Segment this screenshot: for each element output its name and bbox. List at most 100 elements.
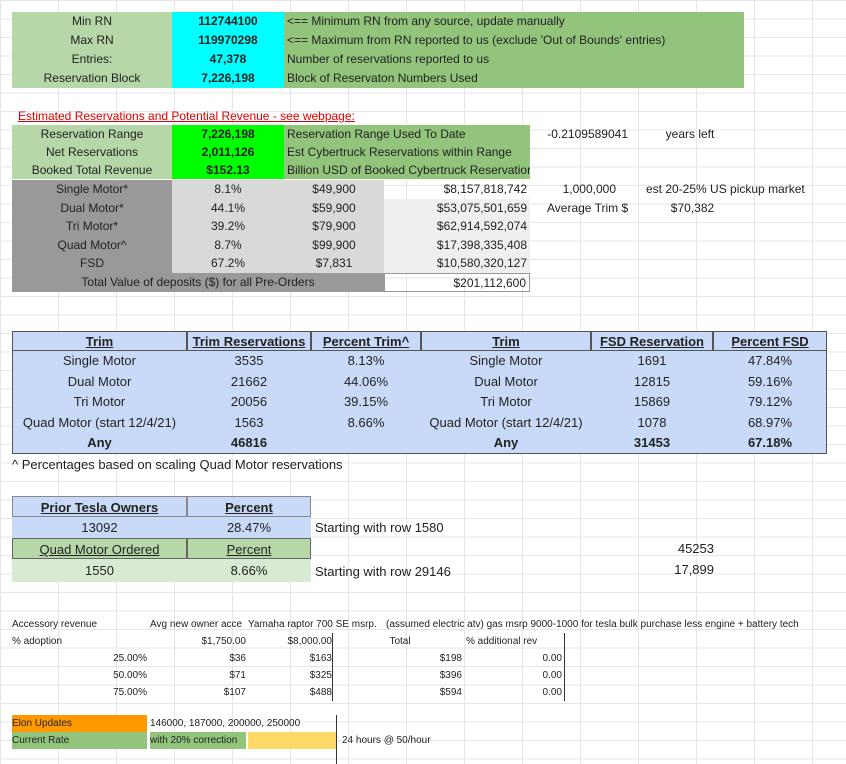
adoption-label[interactable]: % adoption <box>12 633 147 650</box>
table-cell[interactable]: Tri Motor <box>421 392 591 413</box>
summary-note[interactable]: Number of reservations reported to us <box>284 50 744 69</box>
table-cell[interactable]: Tri Motor <box>12 392 187 413</box>
owners-side-value[interactable]: 45253 <box>620 538 714 559</box>
table-cell[interactable]: 1563 <box>187 413 311 434</box>
estimate-value[interactable]: 2,011,126 <box>172 143 284 161</box>
trim-name[interactable]: FSD <box>12 254 172 273</box>
adoption-pct[interactable]: 25.00% <box>60 650 147 667</box>
col-a-cell[interactable]: $107 <box>150 684 246 701</box>
table-cell[interactable]: 31453 <box>591 433 713 454</box>
quad-value[interactable]: 1550 <box>12 559 187 582</box>
table-cell[interactable]: Quad Motor (start 12/4/21) <box>421 413 591 434</box>
trim-name[interactable]: Tri Motor* <box>12 217 172 236</box>
summary-value[interactable]: 47,378 <box>172 50 284 69</box>
table-cell[interactable]: 21662 <box>187 372 311 393</box>
accessory-label[interactable]: Accessory revenue <box>12 616 147 633</box>
trim-price[interactable]: $79,900 <box>284 217 384 236</box>
col-b-value[interactable]: $8,000.00 <box>248 633 333 650</box>
summary-note[interactable]: Block of Reservaton Numbers Used <box>284 69 744 88</box>
quad-header[interactable]: Percent <box>187 538 311 559</box>
table-header[interactable]: Trim <box>12 331 187 351</box>
summary-label[interactable]: Reservation Block <box>12 69 172 88</box>
years-left-label[interactable]: years left <box>640 125 740 143</box>
summary-label[interactable]: Entries: <box>12 50 172 69</box>
elon-updates-label[interactable]: Elon Updates <box>12 715 147 732</box>
years-left-value[interactable]: -0.2109589041 <box>530 125 628 143</box>
trim-name[interactable]: Dual Motor* <box>12 198 172 217</box>
avg-trim-value[interactable]: $70,382 <box>650 199 735 217</box>
table-header[interactable]: Percent FSD <box>713 331 827 351</box>
summary-value[interactable]: 112744100 <box>172 12 284 31</box>
deposits-label[interactable]: Total Value of deposits ($) for all Pre-… <box>12 272 384 292</box>
accessory-col-b-header[interactable]: Yamaha raptor 700 SE msrp. <box>248 616 386 633</box>
trim-revenue[interactable]: $53,075,501,659 <box>384 198 530 217</box>
owners-value[interactable]: 13092 <box>12 517 187 538</box>
trim-pct[interactable]: 67.2% <box>172 254 284 273</box>
trim-pct[interactable]: 8.7% <box>172 235 284 254</box>
trim-price[interactable]: $59,900 <box>284 198 384 217</box>
owners-header[interactable]: Prior Tesla Owners <box>12 496 187 517</box>
col-a-value[interactable]: $1,750.00 <box>150 633 247 650</box>
summary-note[interactable]: <== Minimum RN from any source, update m… <box>284 12 744 31</box>
trim-pct[interactable]: 44.1% <box>172 198 284 217</box>
trim-pct[interactable]: 39.2% <box>172 217 284 236</box>
table-cell[interactable]: 8.66% <box>311 413 421 434</box>
owners-header[interactable]: Percent <box>187 496 311 517</box>
table-cell[interactable]: Single Motor <box>421 351 591 372</box>
addl-cell[interactable]: 0.00 <box>490 684 562 701</box>
table-footnote[interactable]: ^ Percentages based on scaling Quad Moto… <box>12 455 412 475</box>
market-count[interactable]: 1,000,000 <box>530 180 616 198</box>
trim-name[interactable]: Quad Motor^ <box>12 235 172 254</box>
addl-cell[interactable]: 0.00 <box>490 667 562 684</box>
owners-value[interactable]: 28.47% <box>187 517 311 538</box>
summary-label[interactable]: Max RN <box>12 31 172 50</box>
trim-price[interactable]: $49,900 <box>284 180 384 199</box>
table-cell[interactable]: 12815 <box>591 372 713 393</box>
estimate-label[interactable]: Reservation Range <box>12 125 172 143</box>
trim-price[interactable]: $7,831 <box>284 254 384 273</box>
table-cell[interactable]: 47.84% <box>713 351 827 372</box>
summary-value[interactable]: 119970298 <box>172 31 284 50</box>
col-b-cell[interactable]: $325 <box>248 667 332 684</box>
table-cell[interactable]: Quad Motor (start 12/4/21) <box>12 413 187 434</box>
current-rate-label[interactable]: Current Rate <box>12 732 147 749</box>
table-cell[interactable]: 39.15% <box>311 392 421 413</box>
accessory-col-a-header[interactable]: Avg new owner acce <box>150 616 248 633</box>
summary-note[interactable]: <== Maximum from RN reported to us (excl… <box>284 31 744 50</box>
estimate-label[interactable]: Net Reservations <box>12 143 172 161</box>
table-cell[interactable]: 46816 <box>187 433 311 454</box>
table-cell[interactable]: 20056 <box>187 392 311 413</box>
trim-name[interactable]: Single Motor* <box>12 180 172 199</box>
col-a-cell[interactable]: $71 <box>150 667 246 684</box>
col-b-cell[interactable]: $163 <box>248 650 332 667</box>
total-cell[interactable]: $396 <box>390 667 462 684</box>
estimate-note[interactable]: Est Cybertruck Reservations within Range <box>284 143 530 161</box>
table-cell[interactable]: 1691 <box>591 351 713 372</box>
table-cell[interactable]: 67.18% <box>713 433 827 454</box>
estimate-label[interactable]: Booked Total Revenue <box>12 161 172 179</box>
trim-revenue[interactable]: $17,398,335,408 <box>384 235 530 254</box>
owners-side-value[interactable]: 17,899 <box>620 559 714 580</box>
table-cell[interactable]: 44.06% <box>311 372 421 393</box>
table-cell[interactable]: Dual Motor <box>12 372 187 393</box>
trim-revenue[interactable]: $62,914,592,074 <box>384 217 530 236</box>
owners-note[interactable]: Starting with row 1580 <box>315 517 515 538</box>
total-cell[interactable]: $198 <box>390 650 462 667</box>
table-header[interactable]: Trim <box>421 331 591 351</box>
estimate-note[interactable]: Reservation Range Used To Date <box>284 125 530 143</box>
col-a-cell[interactable]: $36 <box>150 650 246 667</box>
table-header[interactable]: Trim Reservations <box>187 331 311 351</box>
adoption-pct[interactable]: 75.00% <box>60 684 147 701</box>
table-cell[interactable]: 59.16% <box>713 372 827 393</box>
trim-pct[interactable]: 8.1% <box>172 180 284 199</box>
table-cell[interactable]: 68.97% <box>713 413 827 434</box>
accessory-header-rest[interactable]: (assumed electric atv) gas msrp 9000-100… <box>386 616 826 633</box>
avg-trim-label[interactable]: Average Trim $ <box>547 199 642 217</box>
table-cell[interactable]: 3535 <box>187 351 311 372</box>
table-cell[interactable] <box>311 433 421 454</box>
table-cell[interactable]: Any <box>12 433 187 454</box>
total-cell[interactable]: $594 <box>390 684 462 701</box>
estimate-value[interactable]: $152.13 <box>172 161 284 179</box>
quad-note[interactable]: Starting with row 29146 <box>315 561 515 582</box>
current-rate-value[interactable]: with 20% correction <box>150 732 246 749</box>
